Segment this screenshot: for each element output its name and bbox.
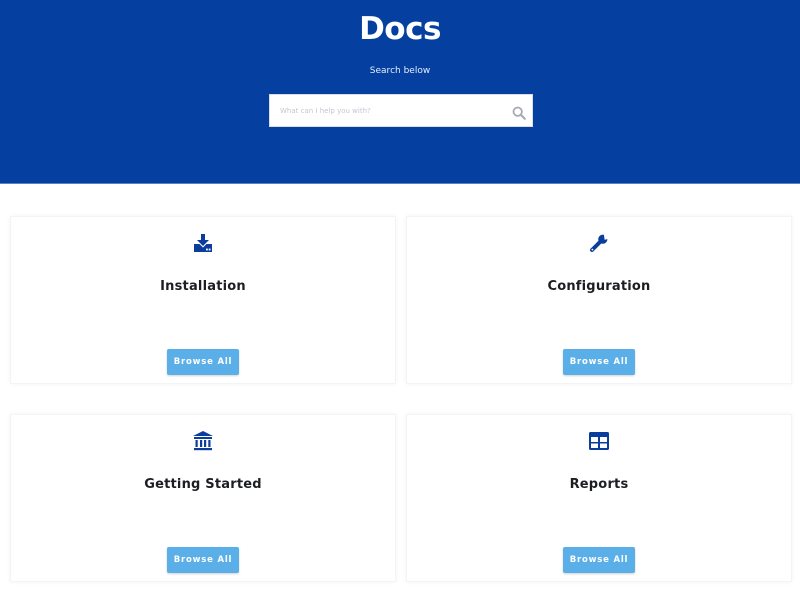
card-reports: Reports Browse All (406, 414, 792, 582)
card-title: Configuration (547, 279, 651, 294)
table-icon (589, 432, 609, 450)
search-icon[interactable] (512, 106, 526, 120)
search-box (269, 94, 533, 127)
card-getting-started: Getting Started Browse All (10, 414, 396, 582)
browse-all-button[interactable]: Browse All (167, 547, 239, 573)
card-installation: Installation Browse All (10, 216, 396, 384)
card-title: Reports (569, 477, 629, 492)
card-title: Getting Started (144, 477, 262, 492)
search-subtitle: Search below (369, 66, 431, 76)
browse-all-button[interactable]: Browse All (563, 547, 635, 573)
institution-icon (193, 431, 213, 451)
card-configuration: Configuration Browse All (406, 216, 792, 384)
browse-all-button[interactable]: Browse All (167, 349, 239, 375)
browse-all-button[interactable]: Browse All (563, 349, 635, 375)
hero-header: Docs Search below (0, 0, 800, 184)
page-title: Docs (359, 11, 441, 47)
download-icon (194, 234, 212, 252)
search-input[interactable] (270, 95, 506, 126)
wrench-icon (590, 232, 610, 252)
card-title: Installation (160, 279, 246, 294)
